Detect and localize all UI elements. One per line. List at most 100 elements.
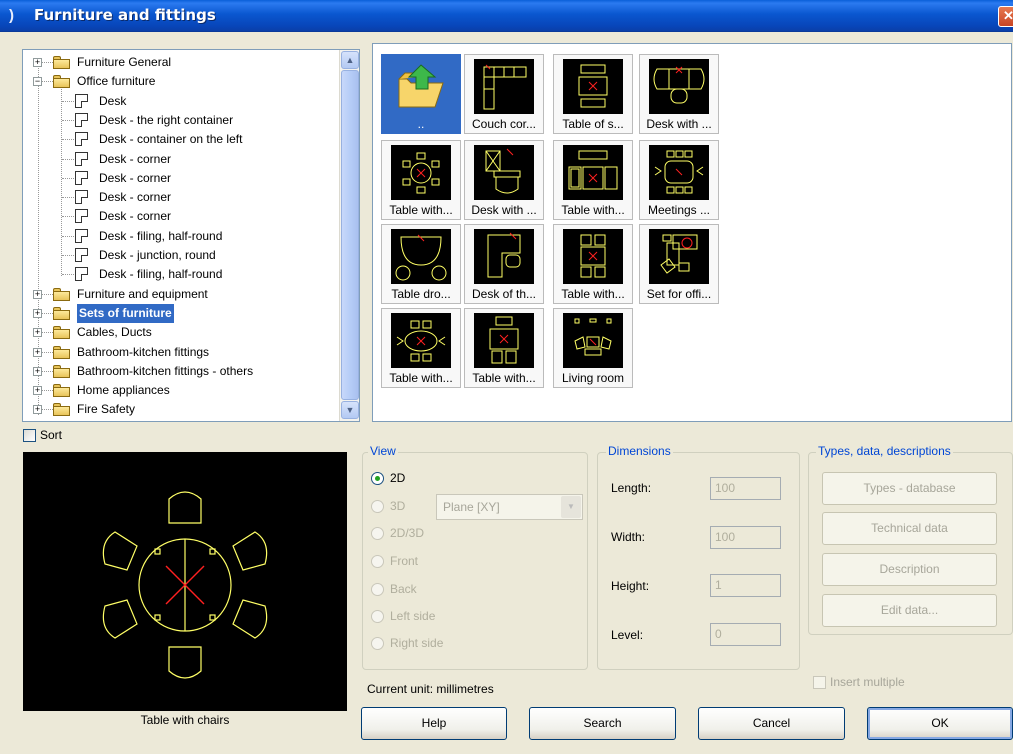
tree-item-label: Cables, Ducts [77, 325, 152, 340]
tree-item-doc[interactable]: Desk - container on the left [23, 130, 341, 149]
grid-tile-label: Meetings ... [647, 203, 711, 217]
tree-item-doc[interactable]: Desk - the right container [23, 111, 341, 130]
tree-item-label: Office furniture [77, 74, 156, 89]
view-radio-right-side[interactable] [371, 637, 384, 650]
grid-tile[interactable]: Couch cor... [464, 54, 544, 134]
tree-item-label: Home appliances [77, 383, 170, 398]
view-radio-label: Back [390, 582, 417, 596]
grid-tile-label: .. [417, 117, 425, 131]
expand-icon[interactable]: + [33, 347, 42, 357]
insert-multiple-checkbox[interactable] [813, 676, 826, 689]
tree-item-label: Desk - corner [99, 190, 172, 205]
tree-item-folder[interactable]: + Bathroom-kitchen fittings [23, 343, 341, 362]
couch-corner-icon [474, 59, 534, 114]
view-radio-2d-3d[interactable] [371, 527, 384, 540]
tree-item-folder[interactable]: + Fire Safety [23, 400, 341, 419]
tree-item-doc[interactable]: Desk - corner [23, 169, 341, 188]
types-database-button[interactable]: Types - database [822, 472, 997, 505]
scroll-thumb[interactable] [341, 70, 359, 400]
scroll-down-button[interactable]: ▼ [341, 401, 359, 419]
expand-icon[interactable]: + [33, 386, 42, 396]
window-title: Furniture and fittings [34, 6, 216, 24]
sort-checkbox[interactable] [23, 429, 36, 442]
tree-scrollbar[interactable]: ▲ ▼ [339, 50, 359, 421]
tree-item-doc[interactable]: Desk - junction, round [23, 246, 341, 265]
cancel-button[interactable]: Cancel [698, 707, 845, 740]
tree-item-doc[interactable]: Desk - corner [23, 188, 341, 207]
grid-tile-label: Desk of th... [471, 287, 537, 301]
insert-multiple-label: Insert multiple [830, 675, 905, 689]
plane-select[interactable]: Plane [XY] ▼ [436, 494, 583, 520]
expand-icon[interactable]: + [33, 58, 42, 67]
tree-item-label: Desk - corner [99, 209, 172, 224]
tree-item-folder[interactable]: + Bathroom-kitchen fittings - others [23, 362, 341, 381]
collapse-icon[interactable]: − [33, 77, 42, 87]
expand-icon[interactable]: + [33, 405, 42, 415]
length-field[interactable]: 100 [710, 477, 781, 500]
tree-item-folder[interactable]: + Furniture and equipment [23, 285, 341, 304]
level-field[interactable]: 0 [710, 623, 781, 646]
document-icon [75, 170, 88, 185]
folder-up-icon [391, 59, 451, 114]
view-radio-front[interactable] [371, 555, 384, 568]
grid-tile[interactable]: Desk with ... [464, 140, 544, 220]
view-radio-2d[interactable] [371, 472, 384, 485]
help-button[interactable]: Help [361, 707, 507, 740]
description-button[interactable]: Description [822, 553, 997, 586]
expand-icon[interactable]: + [33, 289, 42, 299]
tree-item-doc[interactable]: Desk [23, 92, 341, 111]
expand-icon[interactable]: + [33, 366, 42, 376]
grid-tile[interactable]: Desk with ... [639, 54, 719, 134]
search-button[interactable]: Search [529, 707, 676, 740]
folder-icon [53, 287, 70, 301]
view-radio-3d[interactable] [371, 500, 384, 513]
grid-tile-label: Desk with ... [471, 203, 537, 217]
close-button[interactable]: ✕ [998, 6, 1013, 27]
expand-icon[interactable]: + [33, 328, 42, 338]
object-grid[interactable]: .. Couch cor... Table of s... Desk with ...… [372, 43, 1012, 422]
oval-table-icon [391, 313, 451, 368]
app-icon: ) [9, 7, 14, 24]
grid-tile[interactable]: Table of s... [553, 54, 633, 134]
folder-icon [53, 403, 70, 417]
tree-item-doc[interactable]: Desk - corner [23, 150, 341, 169]
view-radio-back[interactable] [371, 583, 384, 596]
chevron-down-icon[interactable]: ▼ [561, 496, 581, 518]
grid-tile[interactable]: Table with... [381, 140, 461, 220]
tree-item-folder[interactable]: + Cables, Ducts [23, 323, 341, 342]
tree-item-folder[interactable]: − Office furniture [23, 72, 341, 91]
ok-button[interactable]: OK [867, 707, 1013, 740]
category-tree[interactable]: + Furniture General − Office furniture Desk D… [22, 49, 360, 422]
grid-tile[interactable]: Set for offi... [639, 224, 719, 304]
desk-icon [649, 59, 709, 114]
dimensions-group-title: Dimensions [606, 444, 673, 458]
document-icon [75, 151, 88, 166]
tree-item-doc[interactable]: Desk - corner [23, 207, 341, 226]
grid-tile[interactable]: Living room [553, 308, 633, 388]
grid-tile[interactable]: Table with... [553, 224, 633, 304]
tree-item-label: Furniture General [77, 55, 172, 69]
edit-data-button[interactable]: Edit data... [822, 594, 997, 627]
grid-tile[interactable]: Table dro... [381, 224, 461, 304]
tree-item-label: Bathroom-kitchen fittings - others [77, 363, 254, 378]
tree-item-folder[interactable]: + Sets of furniture [23, 303, 341, 323]
scroll-up-button[interactable]: ▲ [341, 51, 359, 69]
grid-tile[interactable]: Desk of th... [464, 224, 544, 304]
grid-tile[interactable]: Meetings ... [639, 140, 719, 220]
technical-data-button[interactable]: Technical data [822, 512, 997, 545]
tree-item-doc[interactable]: Desk - filing, half-round [23, 227, 341, 246]
grid-tile[interactable]: Table with... [381, 308, 461, 388]
width-field[interactable]: 100 [710, 526, 781, 549]
height-field[interactable]: 1 [710, 574, 781, 597]
folder-open-icon [53, 306, 70, 320]
view-radio-left-side[interactable] [371, 610, 384, 623]
grid-tile[interactable]: Table with... [464, 308, 544, 388]
expand-icon[interactable]: + [33, 308, 42, 318]
length-label: Length: [611, 481, 652, 495]
tree-item-folder[interactable]: + Furniture General [23, 53, 341, 72]
grid-tile[interactable]: .. [381, 54, 461, 134]
tree-item-label: Desk - corner [99, 151, 172, 166]
grid-tile[interactable]: Table with... [553, 140, 633, 220]
tree-item-folder[interactable]: + Home appliances [23, 381, 341, 400]
tree-item-doc[interactable]: Desk - filing, half-round [23, 265, 341, 284]
